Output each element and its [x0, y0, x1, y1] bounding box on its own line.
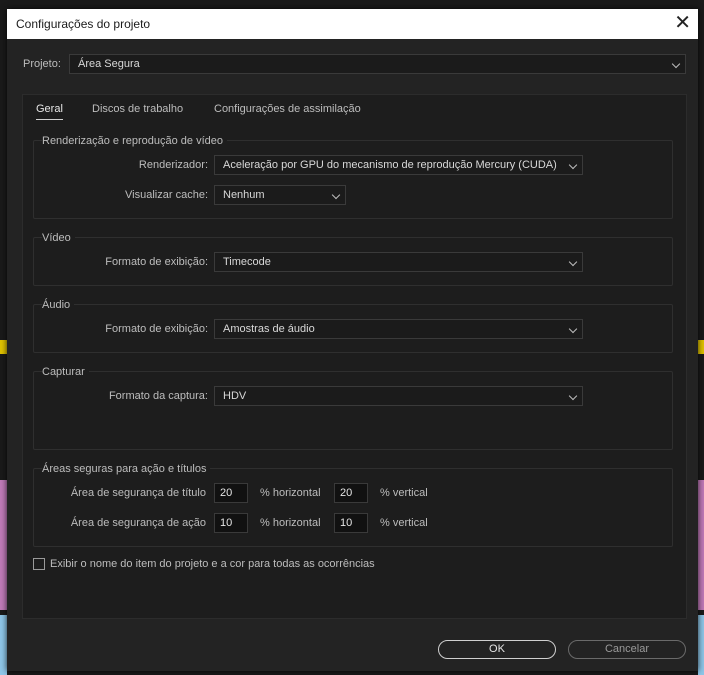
- render-group-title: Renderização e reprodução de vídeo: [42, 135, 228, 147]
- render-group: Renderização e reprodução de vídeo Rende…: [33, 135, 673, 219]
- background-left-bar: [0, 615, 7, 675]
- video-format-select[interactable]: Timecode: [214, 252, 583, 272]
- preview-cache-value: Nenhum: [223, 189, 265, 201]
- chevron-down-icon: [331, 190, 341, 200]
- audio-format-label: Formato de exibição:: [105, 323, 208, 335]
- video-format-label: Formato de exibição:: [105, 256, 208, 268]
- action-safe-vertical-unit: % vertical: [380, 517, 428, 529]
- renderer-label: Renderizador:: [138, 159, 208, 171]
- chevron-down-icon: [568, 160, 578, 170]
- title-safe-label: Área de segurança de título: [70, 487, 206, 499]
- renderer-select[interactable]: Aceleração por GPU do mecanismo de repro…: [214, 155, 583, 175]
- tab-scratch-disks[interactable]: Discos de trabalho: [92, 103, 183, 115]
- tab-general[interactable]: Geral: [36, 103, 63, 120]
- audio-group: Áudio Formato de exibição: Amostras de á…: [33, 299, 673, 353]
- project-select[interactable]: Área Segura: [69, 54, 686, 74]
- audio-format-select[interactable]: Amostras de áudio: [214, 319, 583, 339]
- dialog-title: Configurações do projeto: [16, 17, 151, 31]
- action-safe-horizontal-input[interactable]: 10: [214, 513, 248, 533]
- safe-areas-group: Áreas seguras para ação e títulos Área d…: [33, 463, 673, 547]
- background-right-bar: [698, 615, 704, 675]
- title-safe-vertical-input[interactable]: 20: [334, 483, 368, 503]
- title-safe-horizontal-unit: % horizontal: [260, 487, 321, 499]
- background-marker: [0, 340, 7, 354]
- capture-group-title: Capturar: [42, 366, 89, 378]
- display-name-checkbox-label[interactable]: Exibir o nome do item do projeto e a cor…: [50, 558, 375, 570]
- title-safe-horizontal-input[interactable]: 20: [214, 483, 248, 503]
- cancel-button[interactable]: Cancelar: [568, 640, 686, 659]
- project-label: Projeto:: [23, 58, 61, 70]
- video-format-value: Timecode: [223, 256, 271, 268]
- project-select-value: Área Segura: [78, 58, 140, 70]
- capture-group: Capturar Formato da captura: HDV: [33, 366, 673, 450]
- title-safe-vertical-unit: % vertical: [380, 487, 428, 499]
- chevron-down-icon: [671, 59, 681, 69]
- capture-format-value: HDV: [223, 390, 247, 402]
- audio-format-value: Amostras de áudio: [223, 323, 315, 335]
- background-left-edge: [0, 480, 7, 610]
- chevron-down-icon: [568, 324, 578, 334]
- capture-format-select[interactable]: HDV: [214, 386, 583, 406]
- preview-cache-label: Visualizar cache:: [125, 189, 208, 201]
- audio-group-title: Áudio: [42, 299, 75, 311]
- tab-ingest-settings[interactable]: Configurações de assimilação: [214, 103, 361, 115]
- chevron-down-icon: [568, 391, 578, 401]
- chevron-down-icon: [568, 257, 578, 267]
- background-marker-right: [698, 340, 704, 354]
- safe-areas-group-title: Áreas seguras para ação e títulos: [42, 463, 211, 475]
- title-bar: Configurações do projeto ✕: [7, 9, 698, 39]
- action-safe-label: Área de segurança de ação: [70, 517, 206, 529]
- renderer-value: Aceleração por GPU do mecanismo de repro…: [223, 159, 557, 171]
- action-safe-horizontal-unit: % horizontal: [260, 517, 321, 529]
- display-name-checkbox[interactable]: [33, 558, 45, 570]
- background-right-edge: [698, 480, 704, 610]
- ok-button[interactable]: OK: [438, 640, 556, 659]
- video-group-title: Vídeo: [42, 232, 75, 244]
- tab-panel: Geral Discos de trabalho Configurações d…: [22, 94, 687, 619]
- close-icon[interactable]: ✕: [674, 12, 691, 34]
- preview-cache-select[interactable]: Nenhum: [214, 185, 346, 205]
- video-group: Vídeo Formato de exibição: Timecode: [33, 232, 673, 286]
- action-safe-vertical-input[interactable]: 10: [334, 513, 368, 533]
- capture-format-label: Formato da captura:: [108, 390, 208, 402]
- project-settings-dialog: Configurações do projeto ✕ Projeto: Área…: [7, 9, 698, 671]
